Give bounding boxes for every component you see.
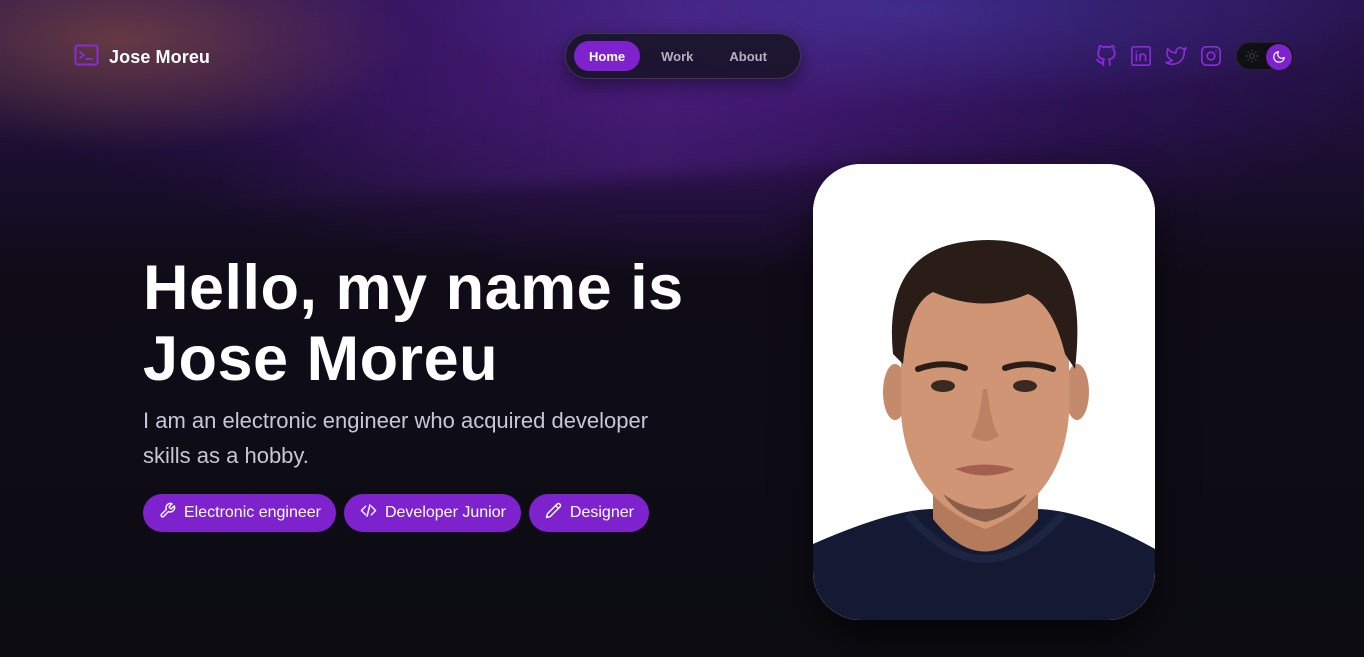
twitter-icon[interactable]: [1164, 44, 1187, 67]
nav-about[interactable]: About: [714, 41, 782, 71]
brand-logo[interactable]: Jose Moreu: [74, 44, 210, 71]
hero-title-line1: Hello, my name is: [143, 253, 684, 323]
terminal-icon: [74, 44, 99, 71]
wrench-icon: [159, 502, 176, 524]
github-icon[interactable]: [1094, 44, 1117, 67]
linkedin-icon[interactable]: [1129, 44, 1152, 67]
main-nav: Home Work About: [565, 33, 801, 79]
pill-developer-junior[interactable]: Developer Junior: [343, 494, 521, 532]
nav-work[interactable]: Work: [646, 41, 708, 71]
sun-icon: [1245, 49, 1259, 63]
skill-pills: Electronic engineer Developer Junior Des…: [143, 494, 649, 532]
instagram-icon[interactable]: [1199, 44, 1222, 67]
pill-label: Developer Junior: [384, 504, 506, 521]
profile-photo: [813, 164, 1155, 620]
pill-label: Electronic engineer: [184, 504, 321, 521]
hero-subtitle: I am an electronic engineer who acquired…: [143, 408, 649, 468]
hero-title: Hello, my name is Jose Moreu: [143, 253, 684, 395]
pill-designer[interactable]: Designer: [528, 494, 649, 532]
pencil-icon: [545, 502, 562, 524]
social-links: [1094, 44, 1222, 67]
nav-home[interactable]: Home: [574, 41, 641, 71]
moon-icon: [1266, 44, 1292, 70]
hero-title-line2: Jose Moreu: [143, 324, 499, 394]
code-icon: [360, 502, 377, 524]
theme-toggle[interactable]: [1236, 42, 1294, 70]
brand-name: Jose Moreu: [109, 47, 211, 67]
pill-label: Designer: [569, 504, 634, 521]
pill-electronic-engineer[interactable]: Electronic engineer: [143, 494, 336, 532]
